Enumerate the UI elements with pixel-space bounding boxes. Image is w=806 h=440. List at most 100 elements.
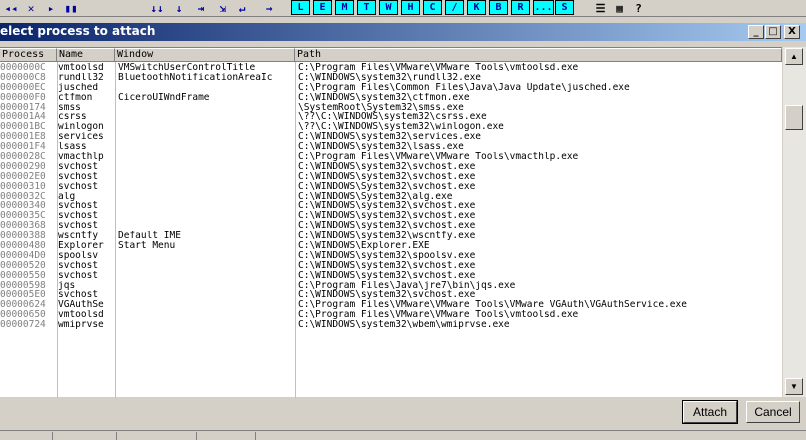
column-header-name[interactable]: Name [57, 48, 115, 62]
trace-into-icon[interactable]: ⇥ [192, 0, 210, 16]
process-path-cell: C:\Program Files\VMware\VMware Tools\VMw… [298, 300, 687, 311]
process-id-cell: 000005E0 [0, 290, 46, 301]
process-row[interactable]: 000000F0 ctfmon CiceroUIWndFrame C:\WINDOWS… [0, 93, 782, 103]
maximize-button[interactable]: □ [765, 25, 781, 39]
scrollbar-thumb[interactable] [785, 105, 803, 130]
step-over-icon[interactable]: ↓ [170, 0, 188, 16]
column-header-path[interactable]: Path [295, 48, 782, 62]
process-name-cell: wmiprvse [58, 320, 104, 331]
window-title-cell: BluetoothNotificationAreaIc [118, 72, 273, 83]
process-row[interactable]: 00000550 svchost C:\WINDOWS\system32\svcho… [0, 271, 782, 281]
rewind-icon[interactable]: ◂◂ [2, 0, 20, 16]
pause-icon[interactable]: ▮▮ [62, 0, 80, 16]
scroll-down-button[interactable]: ▼ [785, 378, 803, 395]
toolbar-letter-button[interactable]: L [291, 0, 310, 15]
cancel-button[interactable]: Cancel [746, 401, 800, 423]
scroll-up-button[interactable]: ▲ [785, 48, 803, 65]
process-row[interactable]: 000000C8 rundll32 BluetoothNotificationAre… [0, 73, 782, 83]
toolbar-letter-button[interactable]: H [401, 0, 420, 15]
process-row[interactable]: 00000310 svchost C:\WINDOWS\System32\svcho… [0, 182, 782, 192]
process-id-cell: 000002E0 [0, 171, 46, 182]
close-icon[interactable]: ✕ [22, 0, 40, 16]
play-icon[interactable]: ▸ [42, 0, 60, 16]
process-name-cell: spoolsv [58, 250, 99, 261]
process-row[interactable]: 00000480 Explorer Start Menu C:\WINDOWS\Exp… [0, 241, 782, 251]
process-row[interactable]: 00000388 wscntfy Default IME C:\WINDOWS\sys… [0, 231, 782, 241]
dialog-title: elect process to attach [0, 24, 156, 38]
minimize-button[interactable]: _ [748, 25, 764, 39]
process-id-cell: 000000C8 [0, 72, 46, 83]
process-row[interactable]: 00000650 vmtoolsd C:\Program Files\VMware\… [0, 310, 782, 320]
toolbar-letter-button[interactable]: W [379, 0, 398, 15]
column-header-window[interactable]: Window [115, 48, 295, 62]
process-row[interactable]: 00000368 svchost C:\WINDOWS\system32\svcho… [0, 221, 782, 231]
window-title-cell: CiceroUIWndFrame [118, 92, 210, 103]
process-row[interactable]: 0000035C svchost C:\WINDOWS\system32\svcho… [0, 211, 782, 221]
process-path-cell: C:\WINDOWS\system32\svchost.exe [298, 221, 476, 232]
process-row[interactable]: 00000598 jqs C:\Program Files\Java\jre7\bi… [0, 281, 782, 291]
process-id-cell: 000000EC [0, 82, 46, 93]
process-name-cell: rundll32 [58, 72, 104, 83]
process-row[interactable]: 0000032C alg C:\WINDOWS\System32\alg.exe [0, 192, 782, 202]
toolbar-letter-button[interactable]: M [335, 0, 354, 15]
process-path-cell: C:\Program Files\Java\jre7\bin\jqs.exe [298, 280, 516, 291]
window-title-cell: VMSwitchUserControlTitle [118, 63, 256, 73]
window-title-cell [118, 83, 293, 93]
goto-icon[interactable]: → [260, 0, 278, 16]
process-row[interactable]: 000005E0 svchost C:\WINDOWS\system32\svcho… [0, 290, 782, 300]
help-icon[interactable]: ? [630, 0, 647, 16]
process-path-cell: C:\WINDOWS\system32\svchost.exe [298, 270, 476, 281]
process-name-cell: ctfmon [58, 92, 93, 103]
process-id-cell: 00000624 [0, 300, 46, 311]
process-row[interactable]: 000001A4 csrss \??\C:\WINDOWS\system32\csr… [0, 112, 782, 122]
column-header-process[interactable]: Process [0, 48, 57, 62]
process-row[interactable]: 000001F4 lsass C:\WINDOWS\system32\lsass.e… [0, 142, 782, 152]
toolbar-letter-button[interactable]: S [555, 0, 574, 15]
vertical-scrollbar[interactable]: ▲ ▼ [782, 47, 806, 397]
process-row[interactable]: 00000174 smss \SystemRoot\System32\smss.ex… [0, 103, 782, 113]
process-name-cell: svchost [58, 211, 99, 222]
dialog-titlebar[interactable]: elect process to attach _ □ X [0, 23, 806, 41]
process-row[interactable]: 00000624 VGAuthSe C:\Program Files\VMware\… [0, 300, 782, 310]
process-path-cell: C:\WINDOWS\system32\services.exe [298, 132, 482, 143]
process-row[interactable]: 000004D0 spoolsv C:\WINDOWS\system32\spool… [0, 251, 782, 261]
process-name-cell: smss [58, 102, 81, 113]
list-icon[interactable]: ☰ [592, 0, 609, 16]
process-path-cell: C:\Program Files\VMware\VMware Tools\vma… [298, 152, 579, 163]
process-row[interactable]: 00000724 wmiprvse C:\WINDOWS\system32\wbem… [0, 320, 782, 330]
process-name-cell: winlogon [58, 122, 104, 133]
toolbar-letter-button[interactable]: E [313, 0, 332, 15]
process-row[interactable]: 0000000C vmtoolsd VMSwitchUserControlTitle… [0, 63, 782, 73]
process-row[interactable]: 000001BC winlogon \??\C:\WINDOWS\system32\… [0, 122, 782, 132]
process-row[interactable]: 000000EC jusched C:\Program Files\Common F… [0, 83, 782, 93]
process-list[interactable]: Process Name Window Path 0000000C vmtools… [0, 47, 782, 398]
window-title-cell [118, 132, 293, 142]
process-name-cell: lsass [58, 142, 87, 153]
process-row[interactable]: 000002E0 svchost C:\WINDOWS\system32\svcho… [0, 172, 782, 182]
window-title-cell [118, 201, 293, 211]
colors-icon[interactable]: ▦ [611, 0, 628, 16]
trace-over-icon[interactable]: ⇲ [214, 0, 232, 16]
toolbar-letter-button[interactable]: C [423, 0, 442, 15]
process-id-cell: 0000000C [0, 63, 46, 73]
process-row[interactable]: 0000028C vmacthlp C:\Program Files\VMware\… [0, 152, 782, 162]
process-row[interactable]: 00000340 svchost C:\WINDOWS\system32\svcho… [0, 201, 782, 211]
process-row[interactable]: 000001E8 services C:\WINDOWS\system32\serv… [0, 132, 782, 142]
toolbar-letter-button[interactable]: K [467, 0, 486, 15]
process-id-cell: 000000F0 [0, 92, 46, 103]
toolbar-letter-button[interactable]: B [489, 0, 508, 15]
toolbar-letter-button[interactable]: R [511, 0, 530, 15]
toolbar-letter-button[interactable]: ... [533, 0, 554, 15]
close-button[interactable]: X [784, 25, 800, 39]
process-row[interactable]: 00000290 svchost C:\WINDOWS\system32\svcho… [0, 162, 782, 172]
attach-button[interactable]: Attach [682, 400, 738, 424]
toolbar-letter-button[interactable]: / [445, 0, 464, 15]
toolbar-letter-button[interactable]: T [357, 0, 376, 15]
process-name-cell: jusched [58, 82, 99, 93]
step-into-icon[interactable]: ↓↓ [148, 0, 166, 16]
process-row[interactable]: 00000520 svchost C:\WINDOWS\system32\svcho… [0, 261, 782, 271]
process-id-cell: 0000028C [0, 152, 46, 163]
process-path-cell: C:\Program Files\VMware\VMware Tools\vmt… [298, 63, 579, 73]
process-id-cell: 00000340 [0, 201, 46, 212]
execute-till-return-icon[interactable]: ↵ [233, 0, 251, 16]
